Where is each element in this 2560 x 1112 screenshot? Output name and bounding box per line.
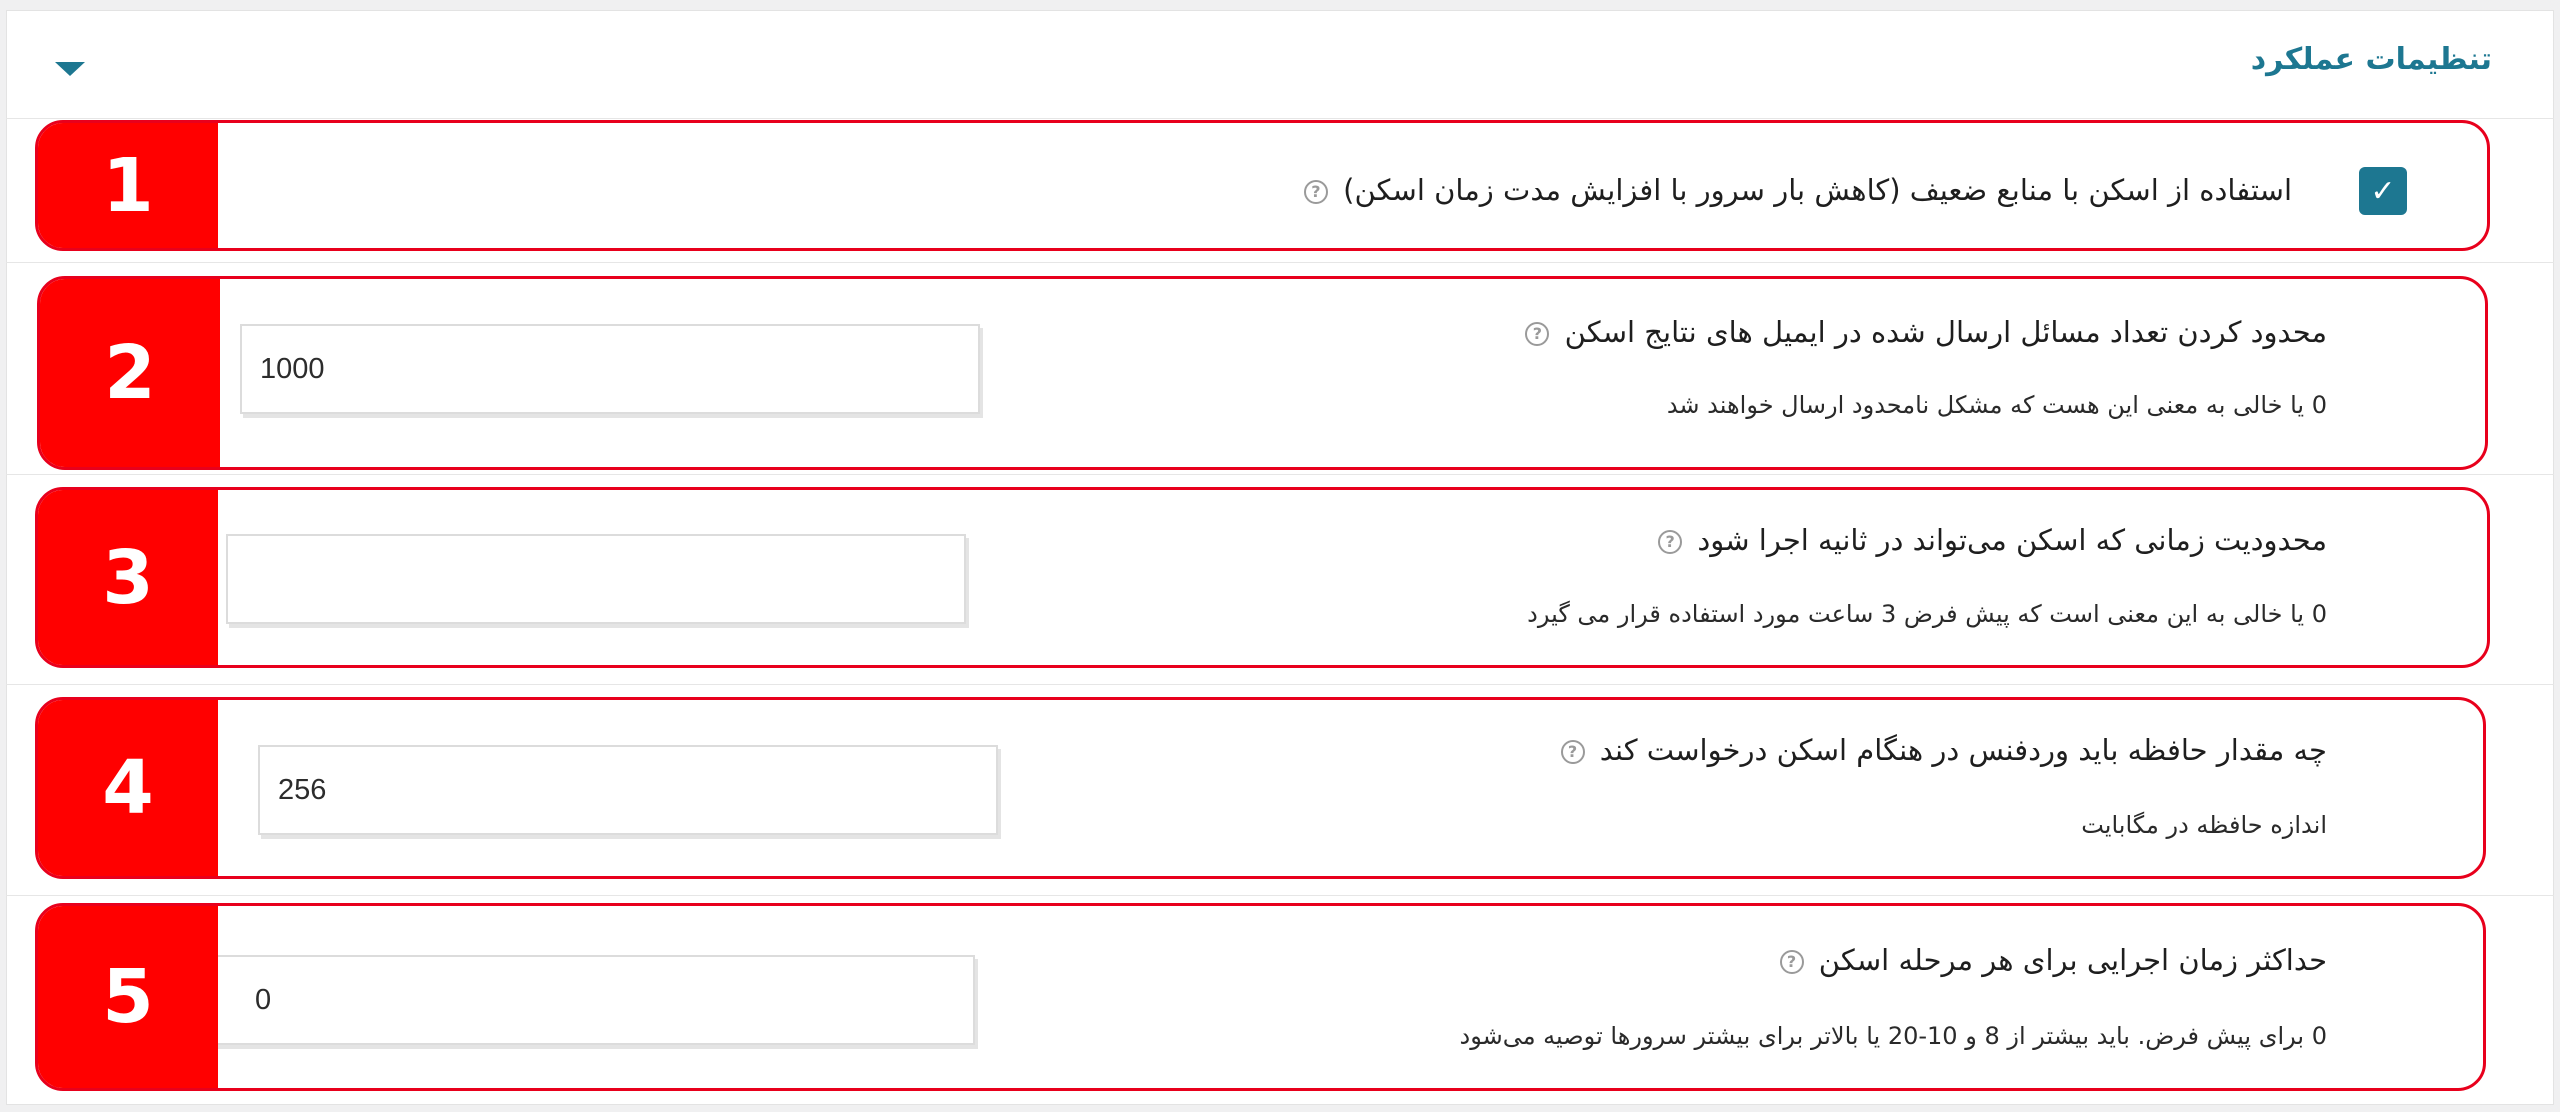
divider: [6, 118, 2554, 119]
setting-label: استفاده از اسکن با منابع ضعیف (کاهش بار …: [1343, 173, 2292, 207]
setting-label-row: استفاده از اسکن با منابع ضعیف (کاهش بار …: [1303, 173, 2292, 207]
setting-row-max-stage-time: 0 5 حداکثر زمان اجرایی برای هر مرحله اسک…: [35, 903, 2486, 1091]
step-badge: 1: [38, 123, 218, 248]
setting-label: چه مقدار حافظه باید وردفنس در هنگام اسکن…: [1599, 733, 2327, 767]
setting-label: محدود کردن تعداد مسائل ارسال شده در ایمی…: [1564, 315, 2327, 349]
step-badge: 4: [38, 700, 218, 876]
setting-row-scan-memory: 4 چه مقدار حافظه باید وردفنس در هنگام اس…: [35, 697, 2486, 879]
setting-row-low-resource-scan: 1 ✓ استفاده از اسکن با منابع ضعیف (کاهش …: [35, 120, 2490, 251]
divider: [6, 895, 2554, 896]
setting-row-scan-time-limit: 3 محدودیت زمانی که اسکن می‌تواند در ثانی…: [35, 487, 2490, 668]
setting-label: حداکثر زمان اجرایی برای هر مرحله اسکن: [1818, 943, 2327, 977]
setting-description: 0 برای پیش فرض. باید بیشتر از 8 و 10-20 …: [1459, 1022, 2328, 1050]
setting-description: 0 یا خالی به این معنی است که پیش فرض 3 س…: [1527, 600, 2327, 628]
step-badge: 2: [40, 279, 220, 467]
step-badge: 5: [38, 906, 218, 1088]
setting-label-row: محدودیت زمانی که اسکن می‌تواند در ثانیه …: [1658, 523, 2327, 557]
max-stage-time-input[interactable]: 0: [188, 955, 975, 1045]
setting-label-row: چه مقدار حافظه باید وردفنس در هنگام اسکن…: [1560, 733, 2327, 767]
scan-time-limit-input[interactable]: [226, 534, 966, 624]
input-value: 1000: [260, 352, 325, 385]
divider: [6, 262, 2554, 263]
step-badge: 3: [38, 490, 218, 665]
setting-description: اندازه حافظه در مگابایت: [2081, 811, 2327, 839]
help-icon[interactable]: ?: [1303, 180, 1328, 204]
panel-title: تنظیمات عملکرد: [2250, 42, 2492, 77]
setting-label-row: محدود کردن تعداد مسائل ارسال شده در ایمی…: [1525, 315, 2327, 349]
input-value: 0: [255, 983, 272, 1016]
low-resource-scan-checkbox[interactable]: ✓: [2359, 167, 2407, 215]
help-icon[interactable]: ?: [1658, 530, 1683, 554]
setting-description: 0 یا خالی به معنی این هست که مشکل نامحدو…: [1666, 391, 2327, 419]
input-value: 256: [278, 773, 327, 806]
help-icon[interactable]: ?: [1560, 740, 1585, 764]
scan-memory-input[interactable]: 256: [258, 745, 998, 835]
divider: [6, 474, 2554, 475]
divider: [6, 684, 2554, 685]
help-icon[interactable]: ?: [1779, 950, 1804, 974]
checkmark-icon: ✓: [2370, 173, 2396, 209]
email-issue-limit-input[interactable]: 1000: [240, 324, 980, 414]
setting-row-email-issue-limit: 2 محدود کردن تعداد مسائل ارسال شده در ای…: [37, 276, 2488, 470]
caret-down-icon[interactable]: [55, 62, 85, 76]
help-icon[interactable]: ?: [1525, 322, 1550, 346]
setting-label-row: حداکثر زمان اجرایی برای هر مرحله اسکن ?: [1779, 943, 2327, 977]
setting-label: محدودیت زمانی که اسکن می‌تواند در ثانیه …: [1697, 523, 2327, 557]
